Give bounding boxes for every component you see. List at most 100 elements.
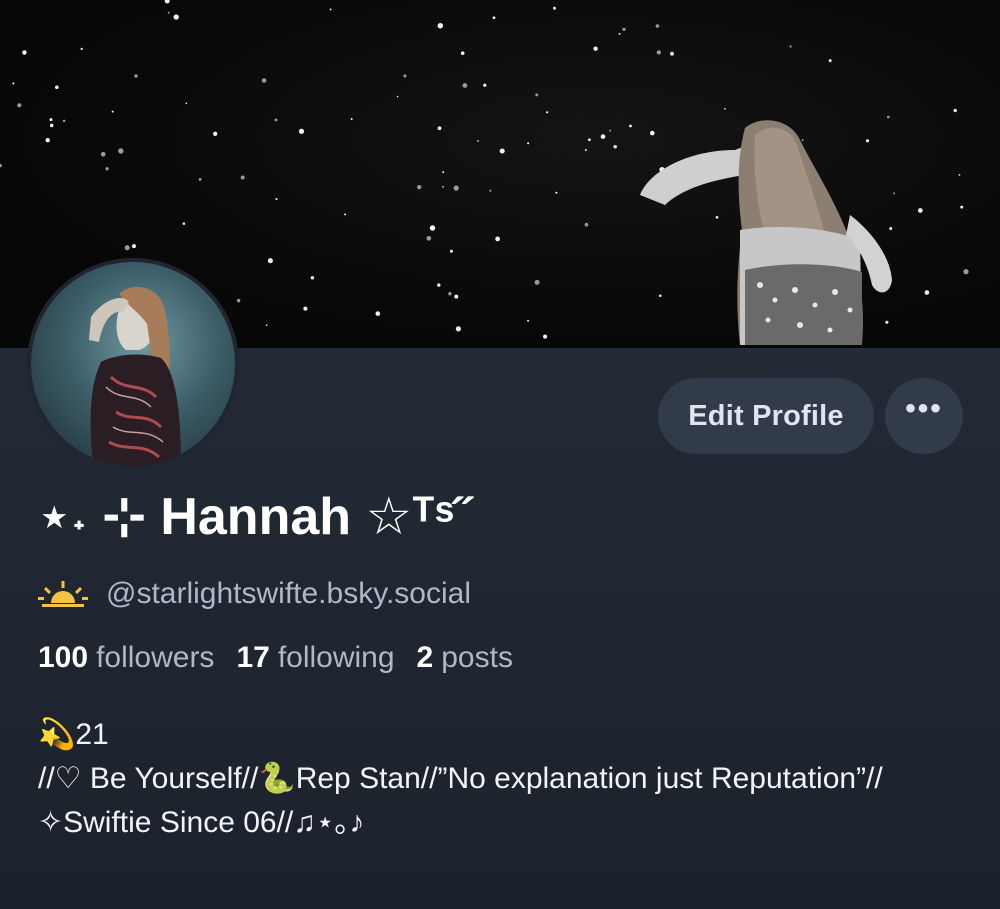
more-options-button[interactable]: •••	[885, 378, 963, 454]
handle-row: @starlightswifte.bsky.social	[38, 574, 471, 614]
star-light	[80, 47, 83, 50]
star-light	[489, 189, 492, 192]
star-light	[100, 151, 106, 157]
star-light	[448, 292, 452, 296]
star-light	[442, 171, 445, 174]
star-light	[609, 129, 612, 132]
profile-page: Edit Profile ••• ⋆˖ ⊹ Hannah ☆ᵀˢ˝ @starl…	[0, 0, 1000, 909]
handle-text[interactable]: @starlightswifte.bsky.social	[106, 577, 471, 611]
star-light	[437, 283, 441, 287]
profile-bio: 💫21 //♡ Be Yourself//🐍Rep Stan//”No expl…	[38, 718, 883, 839]
following-stat[interactable]: 17 following	[236, 641, 394, 675]
star-light	[45, 138, 50, 143]
stat-label: posts	[441, 641, 513, 674]
star-light	[132, 244, 136, 249]
star-light	[629, 124, 632, 128]
star-light	[887, 115, 890, 119]
star-light	[17, 103, 22, 108]
star-light	[329, 8, 332, 11]
star-light	[265, 324, 268, 327]
star-light	[958, 174, 961, 176]
star-light	[375, 311, 381, 316]
posts-stat: 2 posts	[417, 641, 513, 675]
star-light	[454, 294, 459, 299]
star-light	[167, 11, 170, 14]
star-light	[185, 102, 188, 105]
star-light	[275, 197, 278, 201]
star-light	[588, 138, 591, 142]
star-light	[543, 334, 548, 339]
star-light	[917, 208, 923, 213]
star-light	[267, 258, 273, 264]
ellipsis-icon: •••	[905, 392, 943, 425]
star-light	[495, 236, 500, 242]
star-light	[198, 177, 202, 181]
avatar-image	[89, 286, 181, 466]
avatar[interactable]	[27, 258, 239, 470]
star-light	[553, 6, 556, 10]
star-light	[655, 24, 660, 28]
performer-figure	[640, 120, 892, 345]
star-light	[303, 306, 308, 311]
star-light	[344, 213, 347, 216]
star-light	[111, 110, 114, 113]
star-light	[828, 59, 832, 63]
star-light	[492, 16, 496, 20]
star-light	[650, 130, 655, 136]
star-light	[274, 118, 278, 122]
star-light	[62, 119, 66, 123]
star-light	[240, 175, 245, 180]
star-light	[182, 222, 186, 225]
star-light	[789, 45, 792, 48]
star-light	[527, 142, 530, 145]
star-light	[885, 320, 889, 324]
star-light	[396, 95, 399, 98]
star-light	[118, 148, 124, 154]
star-light	[437, 22, 444, 29]
star-light	[893, 192, 896, 195]
star-light	[173, 14, 179, 20]
star-light	[417, 184, 422, 190]
edit-profile-button[interactable]: Edit Profile	[658, 378, 874, 454]
star-light	[600, 134, 606, 139]
star-light	[889, 226, 893, 231]
star-light	[449, 249, 453, 253]
star-light	[659, 294, 662, 297]
star-light	[49, 118, 53, 122]
star-light	[865, 139, 870, 143]
sunrise-icon	[38, 581, 88, 607]
stat-count: 2	[416, 641, 434, 674]
star-light	[584, 149, 587, 151]
star-light	[527, 319, 530, 322]
star-light	[164, 0, 170, 4]
star-light	[403, 74, 407, 78]
star-light	[310, 276, 315, 280]
star-light	[49, 123, 54, 128]
star-light	[534, 279, 540, 285]
star-light	[801, 139, 804, 142]
stat-label: followers	[96, 641, 215, 674]
star-light	[477, 140, 479, 142]
star-light	[105, 167, 109, 171]
star-light	[535, 93, 539, 97]
star-light	[350, 118, 353, 120]
star-light	[555, 191, 558, 194]
star-light	[22, 50, 27, 55]
star-light	[426, 235, 432, 241]
star-light	[455, 326, 461, 332]
followers-stat[interactable]: 100 followers	[38, 641, 214, 675]
star-light	[715, 215, 719, 219]
stats-row: 100 followers 17 following 2 posts	[38, 641, 535, 681]
star-light	[618, 32, 621, 35]
star-light	[442, 185, 444, 188]
star-light	[124, 245, 130, 251]
star-light	[924, 290, 930, 295]
star-light	[437, 126, 442, 131]
stat-label: following	[277, 641, 395, 674]
star-light	[134, 74, 138, 78]
star-light	[960, 205, 964, 209]
star-light	[622, 27, 626, 32]
star-light	[670, 51, 674, 56]
star-light	[963, 268, 969, 275]
star-light	[12, 82, 15, 85]
